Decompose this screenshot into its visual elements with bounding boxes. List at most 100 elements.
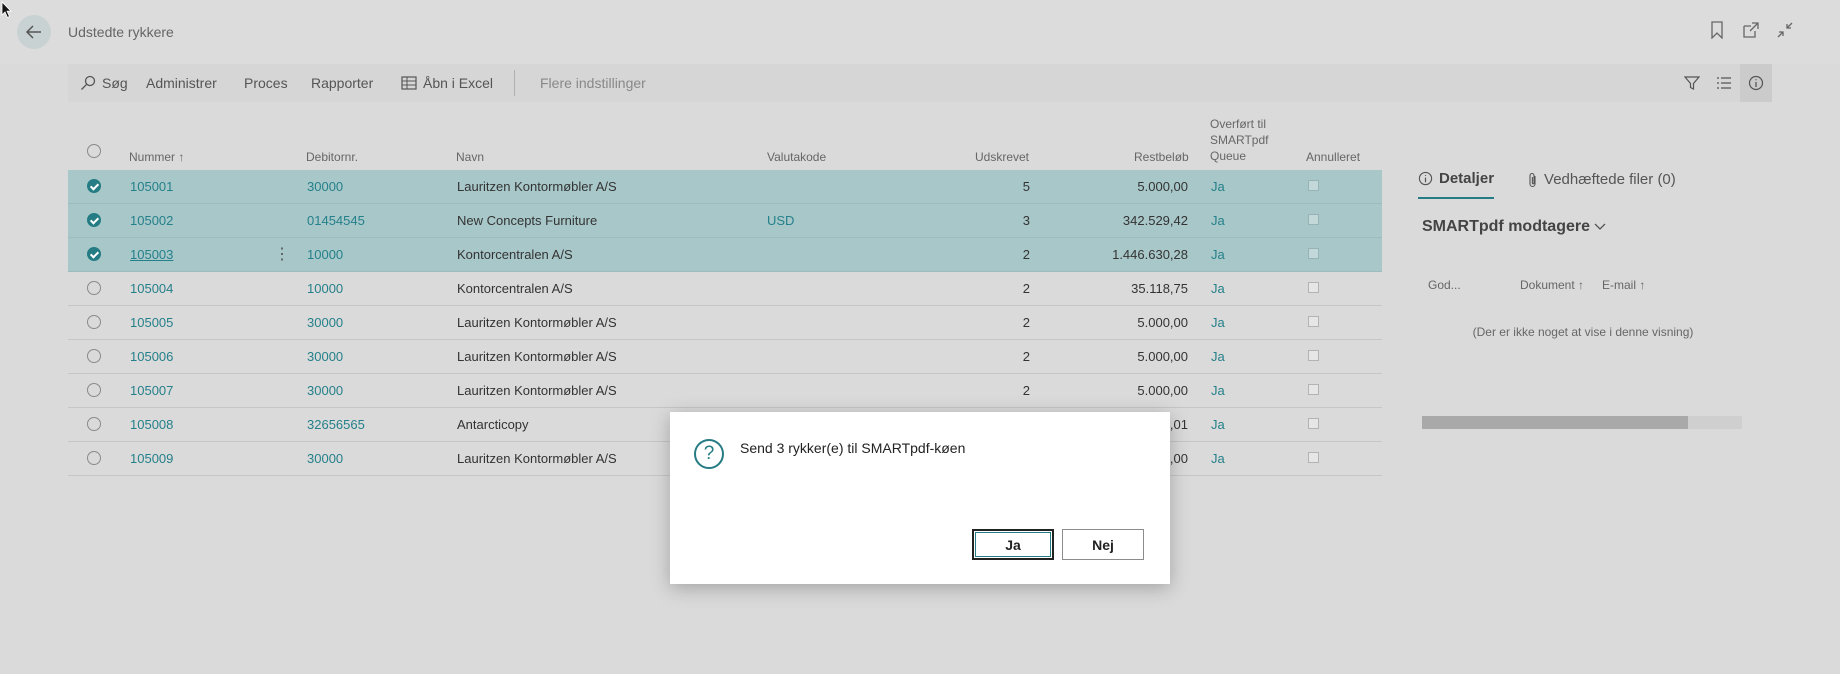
annulleret-checkbox[interactable] <box>1308 350 1319 361</box>
column-header-annulleret[interactable]: Annulleret <box>1306 150 1360 164</box>
overfort-line-3: Queue <box>1210 149 1247 163</box>
filter-icon[interactable] <box>1676 64 1708 102</box>
open-in-excel-button[interactable]: Åbn i Excel <box>401 75 493 91</box>
annulleret-checkbox[interactable] <box>1308 452 1319 463</box>
table-row[interactable]: 105006 30000 Lauritzen Kontormøbler A/S 2 5.… <box>68 340 1382 374</box>
annulleret-checkbox[interactable] <box>1308 316 1319 327</box>
table-row[interactable]: 105005 30000 Lauritzen Kontormøbler A/S 2 5.… <box>68 306 1382 340</box>
table-row[interactable]: 105003 ⋮ 10000 Kontorcentralen A/S 2 1.446.63… <box>68 238 1382 272</box>
info-icon <box>1418 171 1433 186</box>
cell-overfort[interactable]: Ja <box>1211 315 1225 330</box>
cell-nummer[interactable]: 105009 <box>130 451 173 466</box>
cell-overfort[interactable]: Ja <box>1211 349 1225 364</box>
row-select-checkbox[interactable] <box>87 383 101 397</box>
yes-button[interactable]: Ja <box>972 529 1054 560</box>
annulleret-checkbox[interactable] <box>1308 214 1319 225</box>
no-button[interactable]: Nej <box>1062 529 1144 560</box>
column-header-udskrevet[interactable]: Udskrevet <box>975 150 1029 164</box>
row-select-checkbox[interactable] <box>87 417 101 431</box>
search-button[interactable]: Søg <box>80 75 128 91</box>
table-row[interactable]: 105001 30000 Lauritzen Kontormøbler A/S 5 5.… <box>68 170 1382 204</box>
cell-debitornr[interactable]: 32656565 <box>307 417 365 432</box>
cell-overfort[interactable]: Ja <box>1211 179 1225 194</box>
column-header-navn[interactable]: Navn <box>456 150 484 164</box>
scrollbar-thumb[interactable] <box>1422 416 1688 429</box>
collapse-icon[interactable] <box>1775 20 1795 40</box>
cell-debitornr[interactable]: 30000 <box>307 383 343 398</box>
table-row[interactable]: 105007 30000 Lauritzen Kontormøbler A/S 2 5.… <box>68 374 1382 408</box>
cell-navn: Lauritzen Kontormøbler A/S <box>457 383 617 398</box>
cell-debitornr[interactable]: 10000 <box>307 247 343 262</box>
smartpdf-recipients-heading[interactable]: SMARTpdf modtagere <box>1422 218 1606 236</box>
administrer-menu[interactable]: Administrer <box>146 75 217 91</box>
top-actions <box>1707 20 1795 40</box>
cell-overfort[interactable]: Ja <box>1211 247 1225 262</box>
cell-debitornr[interactable]: 10000 <box>307 281 343 296</box>
cell-overfort[interactable]: Ja <box>1211 383 1225 398</box>
row-select-checkbox[interactable] <box>87 451 101 465</box>
column-header-dokument[interactable]: Dokument ↑ <box>1520 278 1584 292</box>
column-header-overfort[interactable]: Overført til SMARTpdf Queue <box>1210 116 1268 164</box>
search-icon <box>81 75 96 90</box>
cell-nummer[interactable]: 105008 <box>130 417 173 432</box>
overfort-line-2: SMARTpdf <box>1210 133 1269 147</box>
cell-restbelob: 1.446.630,28 <box>1112 247 1188 262</box>
annulleret-checkbox[interactable] <box>1308 282 1319 293</box>
cell-nummer[interactable]: 105004 <box>130 281 173 296</box>
table-row[interactable]: 105004 10000 Kontorcentralen A/S 2 35.118,75… <box>68 272 1382 306</box>
cell-overfort[interactable]: Ja <box>1211 281 1225 296</box>
row-select-checkbox[interactable] <box>87 315 101 329</box>
row-select-checkbox[interactable] <box>87 349 101 363</box>
annulleret-checkbox[interactable] <box>1308 180 1319 191</box>
annulleret-checkbox[interactable] <box>1308 248 1319 259</box>
column-header-nummer[interactable]: Nummer ↑ <box>129 150 184 164</box>
info-icon[interactable] <box>1740 64 1772 102</box>
more-options-button[interactable]: Flere indstillinger <box>540 75 646 91</box>
column-header-god[interactable]: God... <box>1428 278 1461 292</box>
tab-details-label: Detaljer <box>1439 170 1495 187</box>
table-row[interactable]: 105002 01454545 New Concepts Furniture USD 3… <box>68 204 1382 238</box>
column-header-email[interactable]: E-mail ↑ <box>1602 278 1645 292</box>
cell-restbelob: 5.000,00 <box>1137 349 1188 364</box>
list-view-icon[interactable] <box>1708 64 1740 102</box>
cell-udskrevet: 2 <box>1022 247 1030 262</box>
cell-debitornr[interactable]: 30000 <box>307 179 343 194</box>
row-select-checkbox[interactable] <box>87 247 101 261</box>
annulleret-checkbox[interactable] <box>1308 418 1319 429</box>
excel-label: Åbn i Excel <box>423 75 494 91</box>
annulleret-checkbox[interactable] <box>1308 384 1319 395</box>
cell-nummer[interactable]: 105005 <box>130 315 173 330</box>
row-actions-menu-icon[interactable]: ⋮ <box>274 244 290 264</box>
bookmark-icon[interactable] <box>1707 20 1727 40</box>
select-all-checkbox[interactable] <box>87 144 101 158</box>
cell-nummer[interactable]: 105006 <box>130 349 173 364</box>
cell-overfort[interactable]: Ja <box>1211 451 1225 466</box>
cell-debitornr[interactable]: 30000 <box>307 349 343 364</box>
cell-overfort[interactable]: Ja <box>1211 213 1225 228</box>
cell-overfort[interactable]: Ja <box>1211 417 1225 432</box>
row-select-checkbox[interactable] <box>87 179 101 193</box>
page-background: Udstedte rykkere Søg Administrer Proces … <box>0 0 1840 674</box>
cell-nummer[interactable]: 105002 <box>130 213 173 228</box>
cell-nummer[interactable]: 105003 <box>130 247 173 262</box>
row-select-checkbox[interactable] <box>87 281 101 295</box>
tab-details[interactable]: Detaljer <box>1418 170 1495 199</box>
cell-debitornr[interactable]: 30000 <box>307 451 343 466</box>
open-new-window-icon[interactable] <box>1741 20 1761 40</box>
column-header-restbelob[interactable]: Restbeløb <box>1134 150 1189 164</box>
column-header-valutakode[interactable]: Valutakode <box>767 150 826 164</box>
cell-nummer[interactable]: 105001 <box>130 179 173 194</box>
rapporter-menu[interactable]: Rapporter <box>311 75 373 91</box>
row-select-checkbox[interactable] <box>87 213 101 227</box>
cell-debitornr[interactable]: 01454545 <box>307 213 365 228</box>
back-button[interactable] <box>17 15 51 49</box>
overfort-line-1: Overført til <box>1210 117 1266 131</box>
cell-debitornr[interactable]: 30000 <box>307 315 343 330</box>
cell-nummer[interactable]: 105007 <box>130 383 173 398</box>
horizontal-scrollbar[interactable] <box>1422 416 1742 429</box>
tab-attachments[interactable]: Vedhæftede filer (0) <box>1528 170 1676 199</box>
toolbar-right-actions <box>1676 64 1772 102</box>
proces-menu[interactable]: Proces <box>244 75 288 91</box>
cell-navn: Lauritzen Kontormøbler A/S <box>457 315 617 330</box>
column-header-debitornr[interactable]: Debitornr. <box>306 150 358 164</box>
